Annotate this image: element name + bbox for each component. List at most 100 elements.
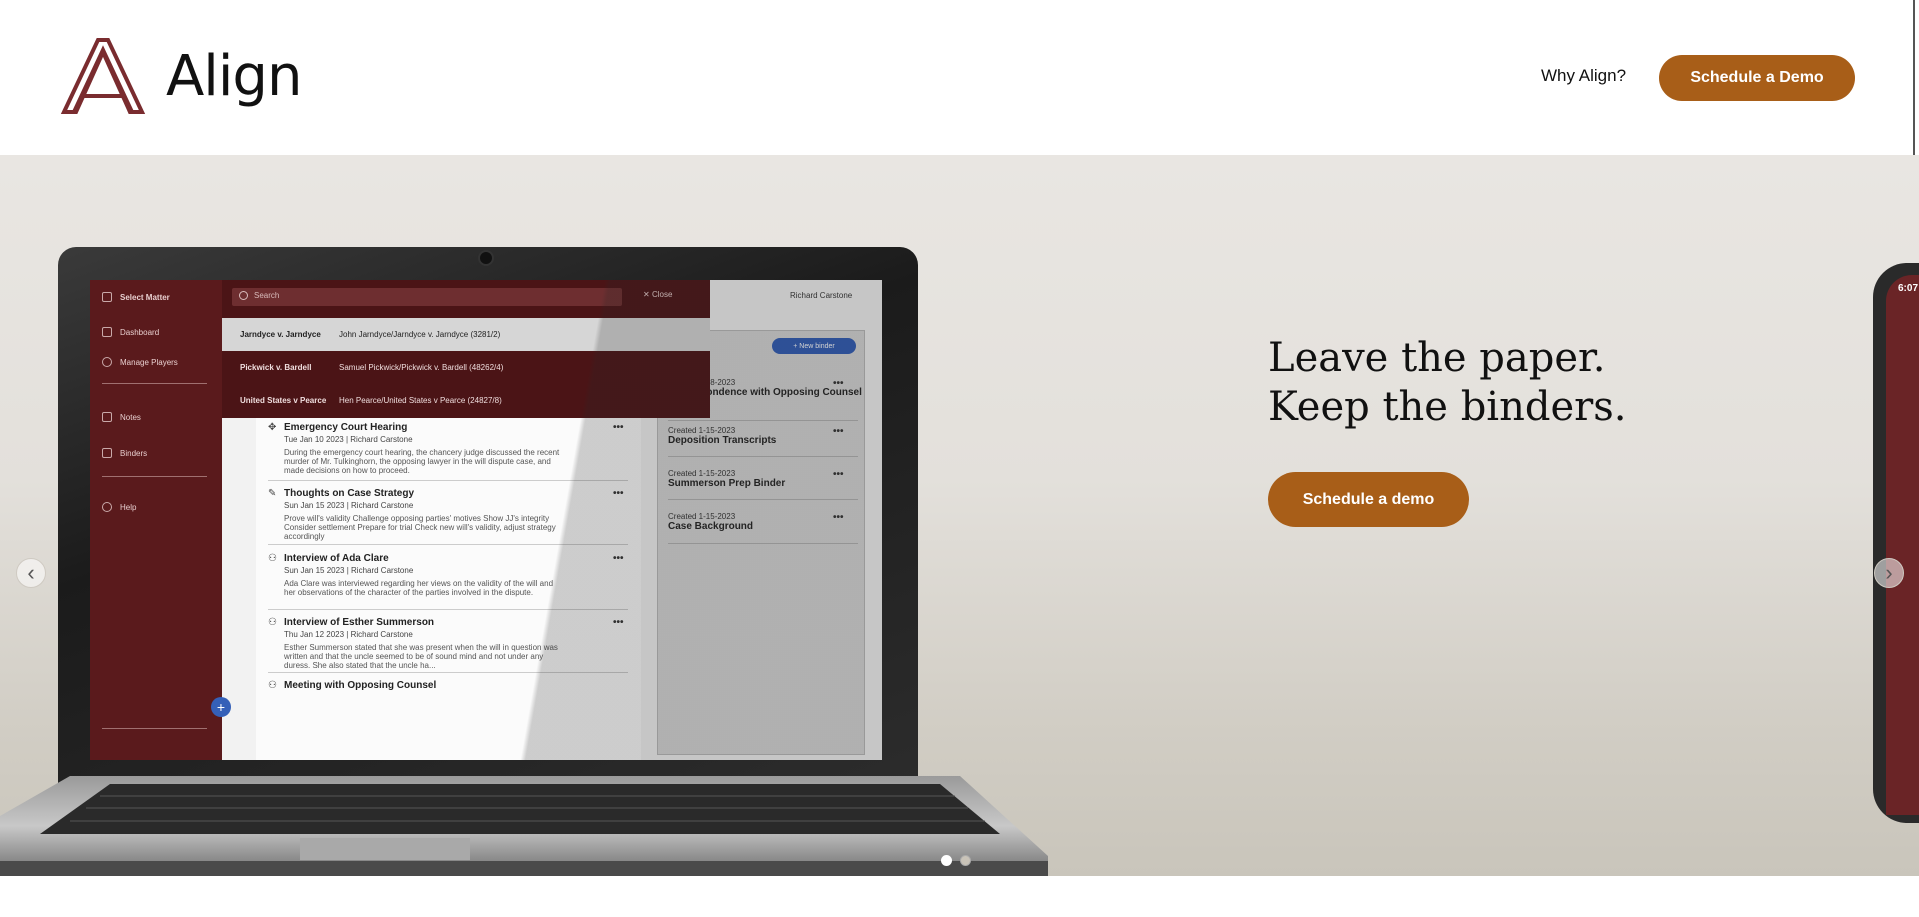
- note-item: ⚇ Interview of Esther Summerson Thu Jan …: [268, 617, 628, 670]
- sidebar-item-manage-players: Manage Players: [102, 357, 178, 367]
- binder-icon: [102, 448, 112, 458]
- sidebar-divider: [102, 383, 207, 384]
- more-icon: •••: [613, 553, 624, 564]
- sidebar-item-label: Manage Players: [120, 357, 178, 367]
- note-title: Meeting with Opposing Counsel: [284, 680, 437, 691]
- note-item: ✥ Emergency Court Hearing Tue Jan 10 202…: [268, 422, 628, 475]
- chevron-left-icon: ‹: [27, 560, 35, 585]
- sidebar-item-label: Notes: [120, 412, 141, 422]
- sidebar-divider: [102, 728, 207, 729]
- result-name: Jarndyce v. Jarndyce: [240, 330, 321, 339]
- note-body: Ada Clare was interviewed regarding her …: [284, 579, 554, 597]
- matter-search-input: Search: [232, 288, 622, 306]
- schedule-demo-hero-button[interactable]: Schedule a demo: [1268, 472, 1469, 527]
- sidebar-divider: [102, 476, 207, 477]
- align-logo-icon: [60, 38, 146, 114]
- sidebar-item-binders: Binders: [102, 448, 147, 458]
- edit-icon: ✎: [268, 488, 277, 499]
- carousel-dot-1[interactable]: [941, 855, 952, 866]
- interview-icon: ⚇: [268, 680, 277, 691]
- result-desc: Hen Pearce/United States v Pearce (24827…: [339, 396, 502, 405]
- sidebar-item-dashboard: Dashboard: [102, 327, 159, 337]
- search-icon: [239, 291, 248, 300]
- carousel-dots: [941, 855, 971, 866]
- sidebar-item-help: Help: [102, 502, 136, 512]
- note-title: Interview of Esther Summerson: [284, 617, 435, 628]
- note-item: ⚇ Interview of Ada Clare Sun Jan 15 2023…: [268, 553, 628, 597]
- search-placeholder: Search: [254, 291, 280, 300]
- note-divider: [268, 480, 628, 481]
- binder-created: Created 1-15-2023: [668, 469, 736, 478]
- binder-item: Created 1-15-2023 Summerson Prep Binder …: [668, 469, 858, 489]
- new-binder-button: + New binder: [772, 338, 856, 354]
- edge-divider: [1913, 0, 1915, 155]
- result-name: Pickwick v. Bardell: [240, 363, 312, 372]
- more-icon: •••: [613, 422, 624, 433]
- search-result: United States v Pearce Hen Pearce/United…: [222, 384, 710, 417]
- select-matter-label: Select Matter: [120, 292, 170, 302]
- note-divider: [268, 609, 628, 610]
- more-icon: •••: [613, 488, 624, 499]
- sidebar-item-label: Dashboard: [120, 327, 160, 337]
- result-desc: John Jarndyce/Jarndyce v. Jarndyce (3281…: [339, 330, 501, 339]
- note-meta: Sun Jan 15 2023 | Richard Carstone: [284, 501, 414, 510]
- brand-logo[interactable]: Align: [60, 38, 302, 114]
- binder-created: Created 1-15-2023: [668, 512, 736, 521]
- binder-title: Case Background: [668, 521, 754, 532]
- note-title: Thoughts on Case Strategy: [284, 488, 415, 499]
- carousel-dot-2[interactable]: [960, 855, 971, 866]
- binder-title: Deposition Transcripts: [668, 435, 777, 446]
- note-title: Emergency Court Hearing: [284, 422, 408, 433]
- schedule-demo-header-button[interactable]: Schedule a Demo: [1659, 55, 1855, 101]
- headline-line-2: Keep the binders.: [1268, 384, 1627, 430]
- laptop-keyboard-base: [0, 776, 1048, 876]
- carousel-prev-button[interactable]: ‹: [16, 558, 46, 588]
- note-meta: Tue Jan 10 2023 | Richard Carstone: [284, 435, 413, 444]
- nav-why-align[interactable]: Why Align?: [1541, 66, 1626, 86]
- note-body: During the emergency court hearing, the …: [284, 448, 560, 475]
- more-icon: •••: [833, 426, 844, 437]
- app-user-name: Richard Carstone: [790, 291, 853, 300]
- dashboard-icon: [102, 327, 112, 337]
- binder-divider: [668, 543, 858, 544]
- close-search: ✕ Close: [643, 290, 673, 299]
- headline-line-1: Leave the paper.: [1268, 335, 1606, 381]
- more-icon: •••: [613, 617, 624, 628]
- binder-item: Created 1-15-2023 Deposition Transcripts…: [668, 426, 858, 446]
- binder-item: Created 1-15-2023 Case Background •••: [668, 512, 858, 532]
- briefcase-icon: [102, 292, 112, 302]
- binder-divider: [668, 420, 858, 421]
- phone-time: 6:07: [1898, 283, 1919, 294]
- close-label: Close: [651, 290, 673, 299]
- note-meta: Thu Jan 12 2023 | Richard Carstone: [284, 630, 413, 639]
- app-sidebar: Select Matter Dashboard Manage Players N…: [90, 280, 222, 760]
- carousel-next-button[interactable]: ›: [1874, 558, 1904, 588]
- note-item: ✎ Thoughts on Case Strategy Sun Jan 15 2…: [268, 488, 628, 541]
- add-note-fab: +: [211, 697, 231, 717]
- hero-headline: Leave the paper. Keep the binders.: [1268, 334, 1627, 432]
- app-screenshot: Select Matter Dashboard Manage Players N…: [90, 280, 882, 760]
- select-matter: Select Matter: [102, 292, 170, 302]
- help-icon: [102, 502, 112, 512]
- laptop-camera: [478, 250, 494, 266]
- sidebar-item-label: Help: [120, 502, 137, 512]
- binder-divider: [668, 499, 858, 500]
- chevron-right-icon: ›: [1885, 560, 1893, 585]
- binder-divider: [668, 456, 858, 457]
- note-divider: [268, 672, 628, 673]
- user-icon: [102, 357, 112, 367]
- phone-screen: [1886, 275, 1919, 815]
- sidebar-item-notes: Notes: [102, 412, 141, 422]
- result-name: United States v Pearce: [240, 396, 327, 405]
- site-header: Align Why Align? Schedule a Demo: [0, 0, 1919, 155]
- more-icon: •••: [833, 378, 844, 389]
- brand-name: Align: [166, 43, 302, 109]
- sidebar-item-label: Binders: [120, 448, 148, 458]
- interview-icon: ⚇: [268, 553, 277, 564]
- more-icon: •••: [833, 512, 844, 523]
- binder-title: Summerson Prep Binder: [668, 478, 786, 489]
- hearing-icon: ✥: [268, 422, 277, 433]
- note-meta: Sun Jan 15 2023 | Richard Carstone: [284, 566, 414, 575]
- search-result: Pickwick v. Bardell Samuel Pickwick/Pick…: [222, 351, 710, 384]
- note-body: Esther Summerson stated that she was pre…: [284, 643, 558, 670]
